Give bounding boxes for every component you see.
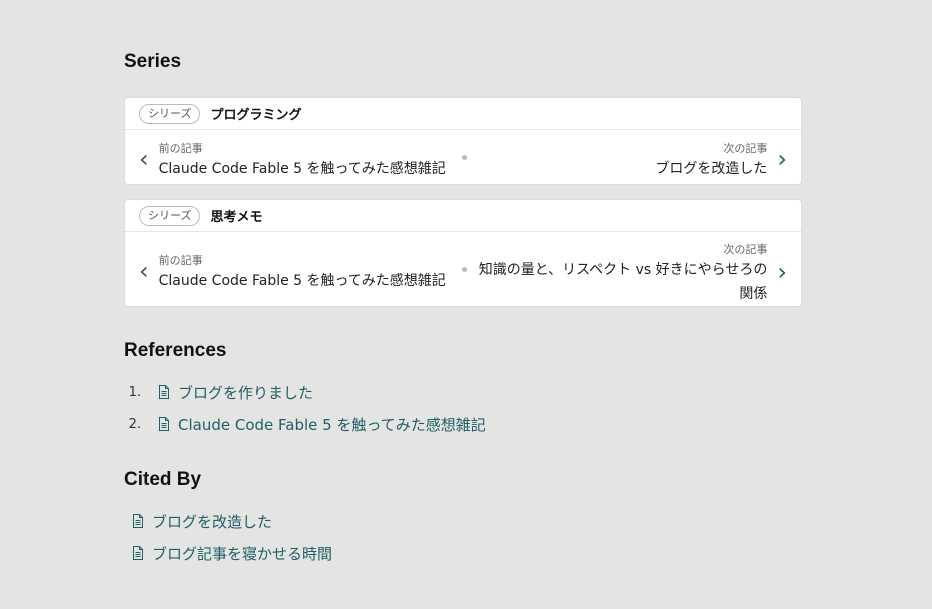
reference-link[interactable]: Claude Code Fable 5 を触ってみた感想雑記 <box>178 414 486 435</box>
cited-by-link[interactable]: ブログを改造した <box>152 511 272 532</box>
document-icon <box>133 514 143 528</box>
next-title-line-2: 関係 <box>739 286 768 302</box>
series-card-header: シリーズ プログラミング <box>125 98 801 130</box>
prev-title: Claude Code Fable 5 を触ってみた感想雑記 <box>158 273 446 289</box>
series-nav: ‹ 前の記事 Claude Code Fable 5 を触ってみた感想雑記 次の… <box>125 130 801 186</box>
references-heading: References <box>124 340 227 361</box>
document-icon <box>159 417 169 431</box>
chevron-right-icon: › <box>777 258 787 286</box>
separator-dot <box>462 267 467 272</box>
chevron-left-icon: ‹ <box>139 257 149 285</box>
document-icon <box>159 385 169 399</box>
cited-by-item: ブログ記事を寝かせる時間 <box>132 537 332 569</box>
series-name[interactable]: 思考メモ <box>210 206 262 225</box>
prev-article-link[interactable]: ‹ 前の記事 Claude Code Fable 5 を触ってみた感想雑記 <box>139 140 446 178</box>
series-card-header: シリーズ 思考メモ <box>125 200 801 232</box>
series-card-programming: シリーズ プログラミング ‹ 前の記事 Claude Code Fable 5 … <box>124 97 802 185</box>
next-label: 次の記事 <box>723 243 768 256</box>
series-name[interactable]: プログラミング <box>210 104 301 123</box>
series-card-thinking-memo: シリーズ 思考メモ ‹ 前の記事 Claude Code Fable 5 を触っ… <box>124 199 802 307</box>
series-badge: シリーズ <box>139 205 201 226</box>
cited-by-heading: Cited By <box>124 469 202 490</box>
reference-number: 1. <box>128 384 141 400</box>
cited-by-item: ブログを改造した <box>132 505 332 537</box>
chevron-left-icon: ‹ <box>139 145 149 173</box>
prev-label: 前の記事 <box>158 254 203 267</box>
next-title: ブログを改造した <box>655 161 768 177</box>
references-list: 1. ブログを作りました 2. Claude Code Fable 5 を触って… <box>124 376 486 440</box>
next-article-link[interactable]: 次の記事 知識の量と、リスペクト vs 好きにやらせろの 関係 › <box>479 241 787 303</box>
reference-item: 1. ブログを作りました <box>124 376 486 408</box>
reference-item: 2. Claude Code Fable 5 を触ってみた感想雑記 <box>124 408 486 440</box>
cited-by-link[interactable]: ブログ記事を寝かせる時間 <box>152 543 332 564</box>
next-article-link[interactable]: 次の記事 ブログを改造した › <box>655 140 787 178</box>
series-badge: シリーズ <box>139 103 201 124</box>
cited-by-list: ブログを改造した ブログ記事を寝かせる時間 <box>132 505 332 569</box>
reference-number: 2. <box>128 416 141 432</box>
document-icon <box>133 546 143 560</box>
chevron-right-icon: › <box>777 145 787 173</box>
reference-link[interactable]: ブログを作りました <box>178 382 313 403</box>
next-title-line-1: 知識の量と、リスペクト vs 好きにやらせろの <box>478 262 768 278</box>
prev-title: Claude Code Fable 5 を触ってみた感想雑記 <box>158 161 446 177</box>
separator-dot <box>462 155 467 160</box>
next-label: 次の記事 <box>723 142 768 155</box>
prev-label: 前の記事 <box>158 142 203 155</box>
prev-article-link[interactable]: ‹ 前の記事 Claude Code Fable 5 を触ってみた感想雑記 <box>139 252 446 290</box>
series-nav: ‹ 前の記事 Claude Code Fable 5 を触ってみた感想雑記 次の… <box>125 232 801 308</box>
series-heading: Series <box>124 51 182 72</box>
